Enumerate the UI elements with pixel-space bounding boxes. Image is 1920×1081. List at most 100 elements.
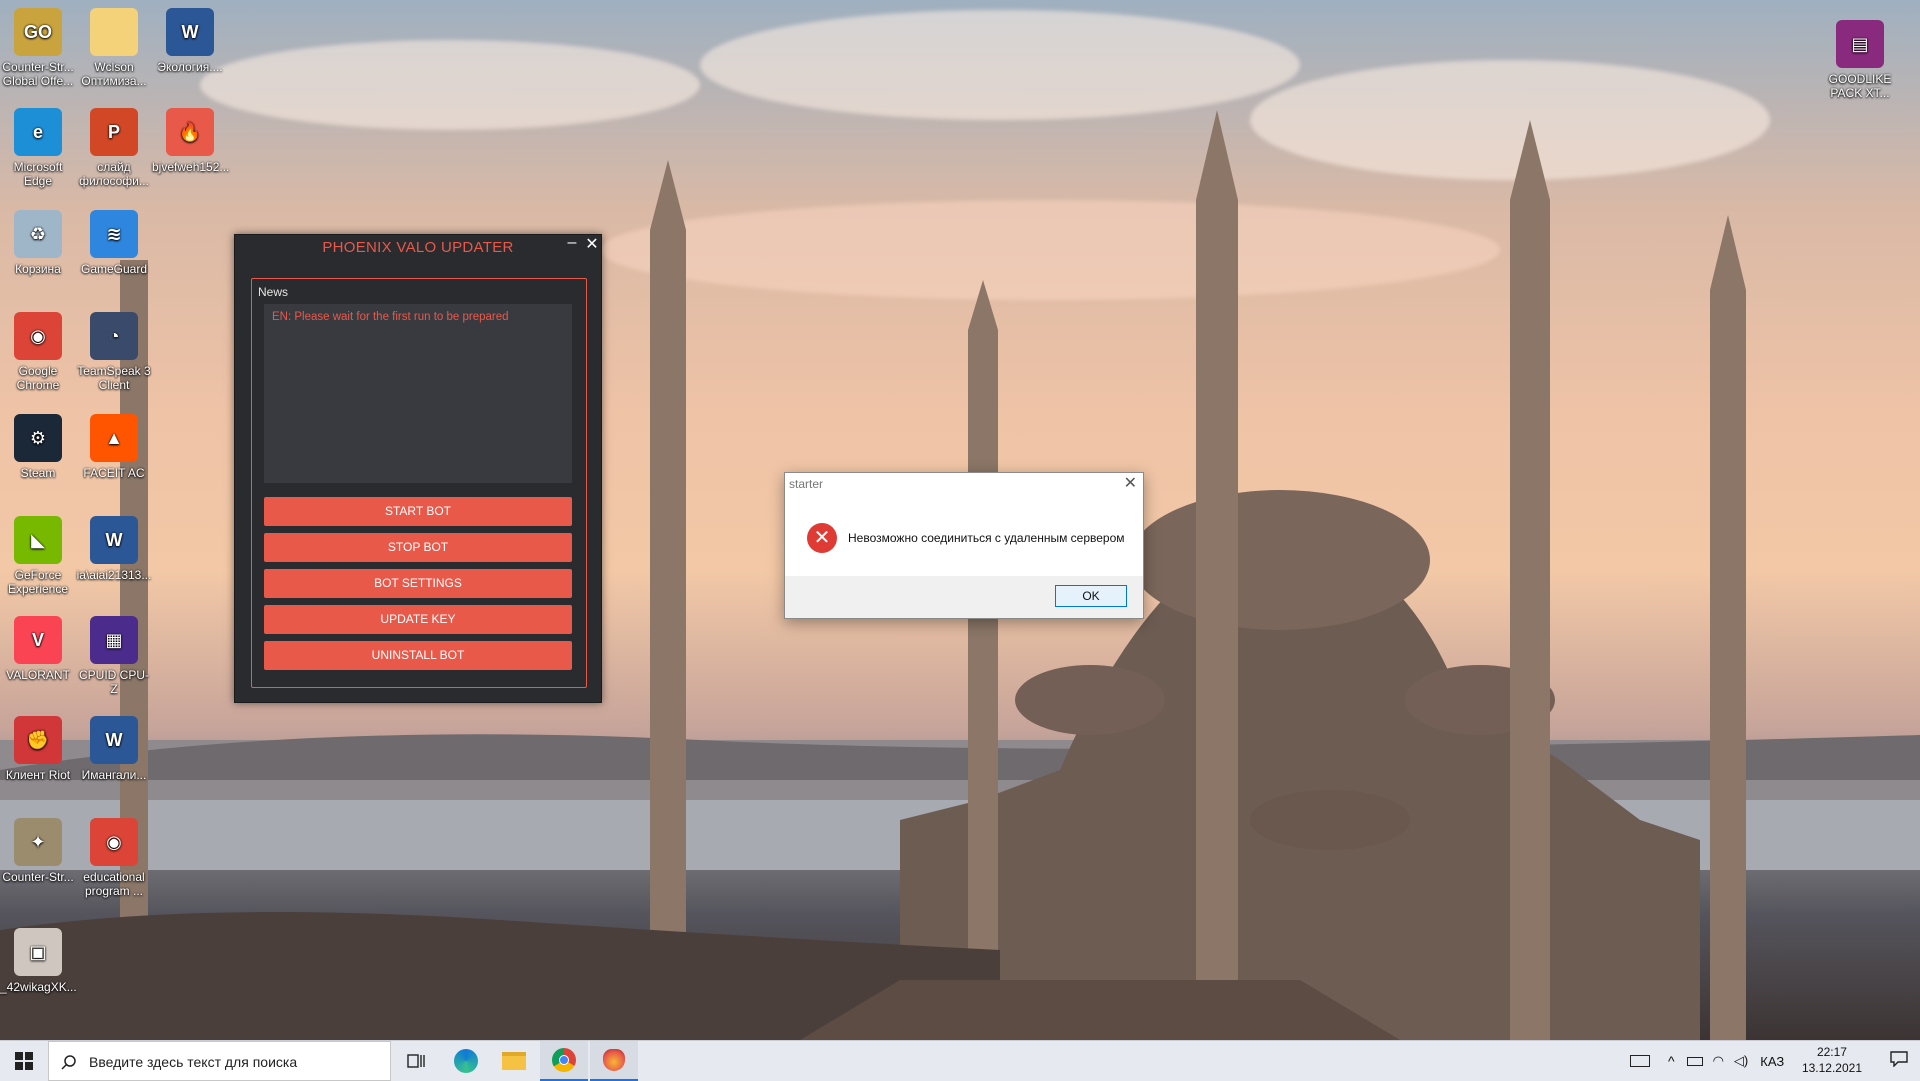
desktop-icon-label: FACEIT AC: [83, 466, 145, 480]
desktop-icon[interactable]: ◣ GeForce Experience: [0, 516, 76, 596]
valorant-icon: V: [14, 616, 62, 664]
uninstall-bot-button[interactable]: UNINSTALL BOT: [264, 641, 572, 670]
start-button[interactable]: [0, 1041, 48, 1081]
dialog-footer: OK: [785, 576, 1143, 618]
news-panel: News EN: Please wait for the first run t…: [251, 278, 587, 688]
edge-icon: e: [14, 108, 62, 156]
cs-icon: ✦: [14, 818, 62, 866]
desktop-icon[interactable]: GO Counter-Str... Global Offe...: [0, 8, 76, 88]
desktop-icon[interactable]: W Имангали...: [76, 716, 152, 782]
desktop-icon-label: Wclson Оптимиза...: [81, 60, 147, 88]
phoenix-icon: [603, 1049, 625, 1071]
desktop-icon[interactable]: ⚙ Steam: [0, 414, 76, 480]
cpuz-icon: ▦: [90, 616, 138, 664]
taskbar: Введите здесь текст для поиска ^ ◠ ◁) КА…: [0, 1040, 1920, 1081]
csgo-icon: GO: [14, 8, 62, 56]
desktop-icon[interactable]: ◔ TeamSpeak 3 Client: [76, 312, 152, 392]
start-bot-button[interactable]: START BOT: [264, 497, 572, 526]
taskbar-chrome[interactable]: [540, 1041, 588, 1081]
desktop-icon-label: CPUID CPU-Z: [78, 668, 149, 696]
minimize-button[interactable]: –: [563, 234, 581, 252]
folder-icon: [90, 8, 138, 56]
desktop-icon[interactable]: Wia\aiai21313...: [76, 516, 152, 582]
desktop-icon-label: VALORANT: [6, 668, 70, 682]
desktop-icon-label: Counter-Str... Global Offe...: [2, 60, 74, 88]
image-file-icon: ▣: [14, 928, 62, 976]
desktop-icon[interactable]: ✦ Counter-Str...: [0, 818, 76, 884]
window-title: PHOENIX VALO UPDATER: [322, 239, 514, 256]
powerpoint-doc-icon: P: [90, 108, 138, 156]
teamspeak-icon: ◔: [90, 312, 138, 360]
task-view-icon: [407, 1054, 425, 1068]
desktop-icon[interactable]: W Экология....: [152, 8, 228, 74]
stop-bot-button[interactable]: STOP BOT: [264, 533, 572, 562]
desktop-icon-label: Counter-Str...: [2, 870, 74, 884]
taskbar-file-explorer[interactable]: [490, 1041, 538, 1081]
desktop-icon-label: Корзина: [15, 262, 61, 276]
desktop-icon[interactable]: ▤ GOODLIKE PACK XT...: [1822, 20, 1898, 100]
desktop-icon[interactable]: ▲ FACEIT AC: [76, 414, 152, 480]
news-textbox[interactable]: EN: Please wait for the first run to be …: [264, 304, 572, 483]
chrome-icon: ◉: [14, 312, 62, 360]
bot-settings-button[interactable]: BOT SETTINGS: [264, 569, 572, 598]
geforce-icon: ◣: [14, 516, 62, 564]
search-placeholder: Введите здесь текст для поиска: [89, 1054, 298, 1070]
ok-button[interactable]: OK: [1055, 585, 1127, 607]
word-doc-icon: W: [90, 716, 138, 764]
steam-icon: ⚙: [14, 414, 62, 462]
desktop-icon[interactable]: V VALORANT: [0, 616, 76, 682]
keyboard-icon[interactable]: [1630, 1055, 1650, 1067]
notification-center-button[interactable]: [1890, 1051, 1908, 1068]
desktop-icon-label: Microsoft Edge: [13, 160, 63, 188]
desktop-icon[interactable]: ◉ educational program ...: [76, 818, 152, 898]
phoenix-updater-window: PHOENIX VALO UPDATER – ✕ News EN: Please…: [234, 234, 602, 703]
file-explorer-icon: [502, 1052, 526, 1070]
battery-icon[interactable]: [1686, 1056, 1703, 1066]
phoenix-icon: 🔥: [166, 108, 214, 156]
desktop-icon[interactable]: ▦ CPUID CPU-Z: [76, 616, 152, 696]
volume-icon[interactable]: ◁): [1734, 1053, 1748, 1069]
winrar-icon: ▤: [1836, 20, 1884, 68]
desktop-icon[interactable]: Wclson Оптимиза...: [76, 8, 152, 88]
desktop-icon-label: слайд философи...: [79, 160, 149, 188]
taskbar-phoenix[interactable]: [590, 1041, 638, 1081]
desktop-icon[interactable]: ✊ Клиент Riot: [0, 716, 76, 782]
chevron-up-icon[interactable]: ^: [1668, 1053, 1675, 1069]
word-doc-icon: W: [166, 8, 214, 56]
desktop-icon-label: bjvefweh152...: [152, 160, 230, 174]
desktop-icon-label: Экология....: [157, 60, 223, 74]
close-button[interactable]: ✕: [583, 234, 601, 253]
desktop-icon-label: GeForce Experience: [7, 568, 69, 596]
desktop-icon[interactable]: Pслайд философи...: [76, 108, 152, 188]
notification-icon: [1890, 1051, 1908, 1068]
riot-client-icon: ✊: [14, 716, 62, 764]
error-icon: ✕: [807, 523, 837, 553]
wifi-icon[interactable]: ◠: [1713, 1053, 1724, 1069]
desktop-icon-label: TeamSpeak 3 Client: [77, 364, 151, 392]
desktop-icon[interactable]: ◉ Google Chrome: [0, 312, 76, 392]
language-indicator[interactable]: КАЗ: [1760, 1054, 1784, 1069]
dialog-close-button[interactable]: ✕: [1124, 473, 1137, 493]
taskbar-clock[interactable]: 22:17 13.12.2021: [1802, 1044, 1862, 1076]
word-doc-icon: W: [90, 516, 138, 564]
error-dialog: starter ✕ ✕ Невозможно соединиться с уда…: [784, 472, 1144, 619]
faceit-icon: ▲: [90, 414, 138, 462]
desktop-icon[interactable]: ♻ Корзина: [0, 210, 76, 276]
desktop-icon-label: Google Chrome: [16, 364, 60, 392]
taskbar-search-box[interactable]: Введите здесь текст для поиска: [48, 1041, 391, 1081]
task-view-button[interactable]: [392, 1041, 440, 1081]
clock-time: 22:17: [1816, 1045, 1847, 1059]
update-key-button[interactable]: UPDATE KEY: [264, 605, 572, 634]
desktop-icon[interactable]: e Microsoft Edge: [0, 108, 76, 188]
desktop-icon[interactable]: ≋ GameGuard: [76, 210, 152, 276]
recycle-bin-icon: ♻: [14, 210, 62, 258]
desktop-icon[interactable]: ▣ _42wikagXK...: [0, 928, 77, 994]
desktop-icon-label: Имангали...: [81, 768, 147, 782]
desktop-icon-label: _42wikagXK...: [0, 980, 77, 994]
desktop-icon-label: ia\aiai21313...: [76, 568, 152, 582]
desktop-icon[interactable]: 🔥 bjvefweh152...: [152, 108, 230, 174]
search-icon: [61, 1055, 76, 1070]
chrome-icon: ◉: [90, 818, 138, 866]
taskbar-edge[interactable]: [442, 1041, 490, 1081]
desktop-icon-label: Клиент Riot: [5, 768, 71, 782]
